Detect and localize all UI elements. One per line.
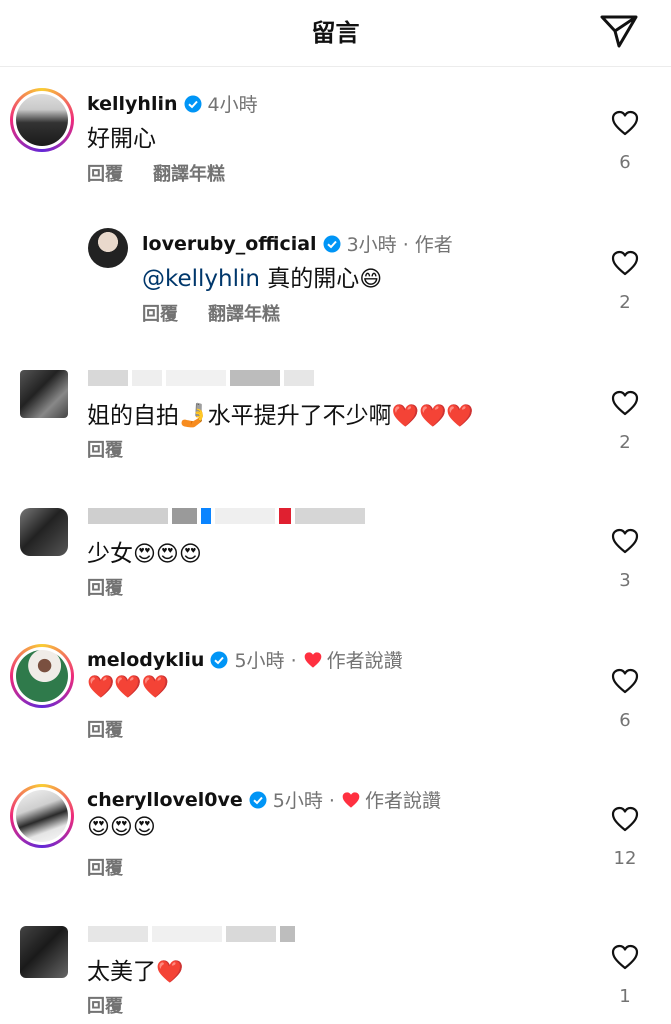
author-liked-badge: 作者說讚 [341,786,441,813]
avatar[interactable] [10,784,74,848]
comment-text: ❤️❤️❤️ [87,675,170,700]
comment-time: 3小時 · 作者 [346,234,453,256]
avatar-blurred[interactable] [20,926,68,978]
mention-link[interactable]: @kellyhlin [142,266,260,292]
avatar[interactable] [88,228,128,268]
comment-username[interactable]: kellyhlin [87,93,178,115]
heart-outline-icon[interactable] [611,944,639,970]
verified-badge-icon [249,791,267,808]
heart-outline-icon[interactable] [611,110,639,136]
heart-outline-icon[interactable] [611,668,639,694]
like-count: 2 [619,292,631,313]
username-blurred [88,370,314,386]
comment-text: 好開心 [87,126,156,152]
avatar[interactable] [10,644,74,708]
like-count: 3 [619,570,631,591]
comment-username[interactable]: melodykliu [87,649,204,671]
comment-text: @kellyhlin 真的開心😄 [142,266,383,292]
verified-badge-icon [210,651,228,668]
reply-button[interactable]: 回覆 [87,436,123,462]
like-count: 6 [619,152,631,173]
reply-button[interactable]: 回覆 [87,716,123,742]
reply-button[interactable]: 回覆 [87,160,123,186]
page-title: 留言 [311,19,360,47]
avatar-blurred[interactable] [20,370,68,418]
translate-button[interactable]: 翻譯年糕 [153,160,225,186]
reply-button[interactable]: 回覆 [87,854,123,880]
comment-text: 😍😍😍 [87,815,156,840]
username-blurred [88,508,365,524]
like-count: 1 [619,986,631,1007]
comment-text: 太美了❤️ [87,959,184,985]
paper-plane-icon[interactable] [598,12,640,50]
reply-button[interactable]: 回覆 [87,574,123,600]
like-count: 6 [619,710,631,731]
comment-text: 姐的自拍🤳水平提升了不少啊❤️❤️❤️ [87,403,474,429]
avatar[interactable] [10,88,74,152]
comment-username[interactable]: loveruby_official [142,233,317,255]
header: 留言 [0,0,671,67]
verified-badge-icon [323,235,341,252]
translate-button[interactable]: 翻譯年糕 [208,300,280,326]
heart-outline-icon[interactable] [611,528,639,554]
heart-outline-icon[interactable] [611,390,639,416]
verified-badge-icon [184,95,202,112]
heart-outline-icon[interactable] [611,806,639,832]
username-blurred [88,926,295,942]
comment-time: 5小時 · [272,790,335,812]
reply-button[interactable]: 回覆 [87,992,123,1018]
like-count: 2 [619,432,631,453]
comment-time: 5小時 · [234,650,297,672]
heart-outline-icon[interactable] [611,250,639,276]
comment-username[interactable]: cheryllovel0ve [87,789,243,811]
reply-button[interactable]: 回覆 [142,300,178,326]
avatar-blurred[interactable] [20,508,68,556]
comment-text: 少女😍😍😍 [87,541,202,567]
author-liked-badge: 作者說讚 [303,646,403,673]
like-count: 12 [613,848,637,869]
heart-filled-icon [304,651,321,668]
heart-filled-icon [342,791,360,808]
comment-time: 4小時 [207,94,258,116]
